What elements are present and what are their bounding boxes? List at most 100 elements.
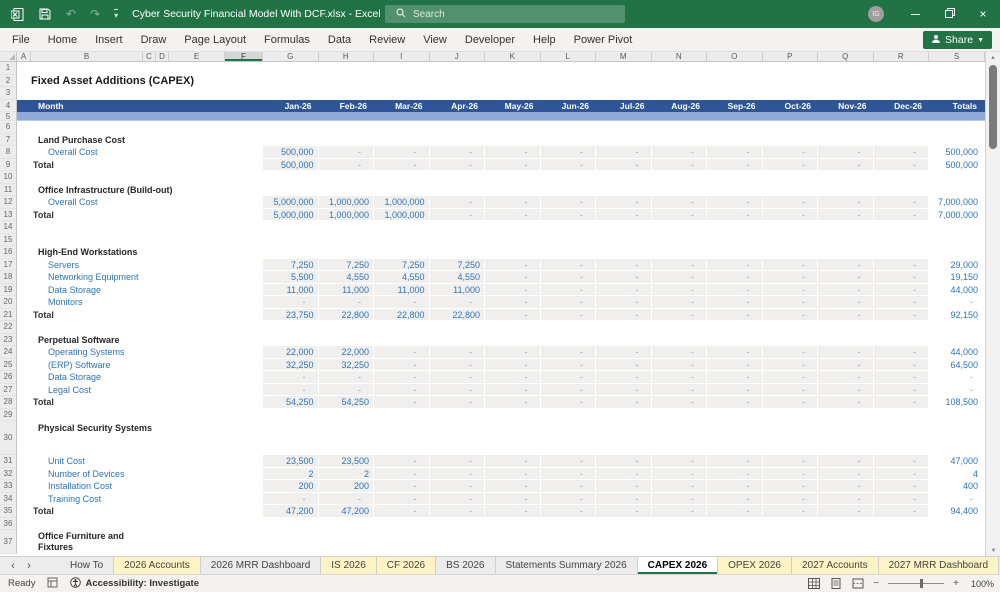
vertical-scrollbar-thumb[interactable] [989,65,997,149]
column-header-L[interactable]: L [541,52,597,61]
data-cell[interactable]: - [874,346,930,359]
sheet-tab-2027-mrr-dashboard[interactable]: 2027 MRR Dashboard [879,557,1000,574]
data-cell[interactable]: - [485,309,541,322]
row-number-18[interactable]: 18 [0,271,17,284]
month-header-cell-oct-26[interactable]: Oct-26 [763,100,819,113]
column-header-O[interactable]: O [707,52,763,61]
data-cell[interactable]: - [818,396,874,409]
totals-cell[interactable]: - [929,493,985,506]
data-cell[interactable]: - [818,480,874,493]
column-header-J[interactable]: J [430,52,486,61]
data-cell[interactable]: - [818,209,874,222]
data-cell[interactable]: - [430,209,486,222]
data-cell[interactable]: - [763,455,819,468]
totals-cell[interactable]: 108,500 [929,396,985,409]
totals-cell[interactable]: 44,000 [929,346,985,359]
data-cell[interactable]: - [874,159,930,172]
data-cell[interactable]: 23,500 [263,455,319,468]
data-cell[interactable]: 5,000,000 [263,196,319,209]
item-label-legal-cost[interactable]: Legal Cost [17,384,263,397]
data-cell[interactable]: - [541,259,597,272]
data-cell[interactable]: - [485,209,541,222]
data-cell[interactable]: - [707,159,763,172]
data-cell[interactable]: 7,250 [374,259,430,272]
page-layout-view-icon[interactable] [829,578,842,590]
row-number-19[interactable]: 19 [0,284,17,297]
data-cell[interactable]: - [874,505,930,518]
totals-cell[interactable]: - [929,384,985,397]
data-cell[interactable]: - [485,146,541,159]
data-cell[interactable]: - [541,468,597,481]
month-header-cell-jun-26[interactable]: Jun-26 [541,100,597,113]
data-cell[interactable]: - [874,396,930,409]
data-cell[interactable]: 23,500 [319,455,375,468]
data-cell[interactable]: - [763,505,819,518]
data-cell[interactable]: - [652,271,708,284]
data-cell[interactable]: - [652,468,708,481]
data-cell[interactable]: 22,000 [263,346,319,359]
data-cell[interactable]: - [485,259,541,272]
item-label-overall-cost[interactable]: Overall Cost [17,196,263,209]
item-label-number-of-devices[interactable]: Number of Devices [17,468,263,481]
ribbon-tab-formulas[interactable]: Formulas [255,28,319,52]
row-number-5[interactable]: 5 [0,112,17,121]
data-cell[interactable]: - [818,259,874,272]
data-cell[interactable]: - [763,371,819,384]
data-cell[interactable]: - [596,468,652,481]
data-cell[interactable]: - [430,196,486,209]
data-cell[interactable]: - [430,359,486,372]
item-label-erp-software[interactable]: (ERP) Software [17,359,263,372]
data-cell[interactable]: - [596,296,652,309]
data-cell[interactable]: 5,500 [263,271,319,284]
data-cell[interactable]: - [652,505,708,518]
data-cell[interactable]: 200 [319,480,375,493]
data-cell[interactable]: - [319,146,375,159]
data-cell[interactable]: - [596,493,652,506]
data-cell[interactable]: 54,250 [263,396,319,409]
data-cell[interactable]: - [818,371,874,384]
sheet-tab-bs-2026[interactable]: BS 2026 [436,557,495,574]
data-cell[interactable]: - [374,359,430,372]
next-sheet-icon[interactable]: › [22,560,36,572]
data-cell[interactable]: - [707,271,763,284]
row-number-7[interactable]: 7 [0,134,17,147]
data-cell[interactable]: - [763,159,819,172]
page-break-view-icon[interactable] [851,578,864,590]
data-cell[interactable]: - [818,296,874,309]
data-cell[interactable]: 1,000,000 [319,196,375,209]
data-cell[interactable]: - [707,146,763,159]
row-number-9[interactable]: 9 [0,159,17,172]
data-cell[interactable]: - [596,146,652,159]
data-cell[interactable]: 11,000 [319,284,375,297]
ribbon-tab-file[interactable]: File [0,28,39,52]
row-number-36[interactable]: 36 [0,518,17,531]
data-cell[interactable]: - [541,384,597,397]
data-cell[interactable]: - [541,159,597,172]
data-cell[interactable]: - [763,296,819,309]
row-number-23[interactable]: 23 [0,334,17,347]
data-cell[interactable]: - [596,309,652,322]
data-cell[interactable]: - [430,455,486,468]
excel-app-icon[interactable] [10,7,24,21]
month-header-cell-jul-26[interactable]: Jul-26 [596,100,652,113]
data-cell[interactable]: - [430,346,486,359]
column-header-Q[interactable]: Q [818,52,874,61]
data-cell[interactable]: 1,000,000 [374,196,430,209]
data-cell[interactable]: 47,200 [263,505,319,518]
data-cell[interactable]: - [763,284,819,297]
data-cell[interactable]: 4,550 [319,271,375,284]
total-label[interactable]: Total [17,209,263,222]
data-cell[interactable]: - [818,468,874,481]
data-cell[interactable]: 22,800 [430,309,486,322]
data-cell[interactable]: - [485,505,541,518]
month-header-label[interactable]: Month [17,100,263,113]
data-cell[interactable]: - [541,209,597,222]
data-cell[interactable]: 22,000 [319,346,375,359]
search-input[interactable]: Search [385,5,625,23]
data-cell[interactable]: - [707,359,763,372]
data-cell[interactable]: - [874,371,930,384]
data-cell[interactable]: - [430,371,486,384]
section-label-perpetual-software[interactable]: Perpetual Software [17,334,263,347]
previous-sheet-icon[interactable]: ‹ [6,560,20,572]
data-cell[interactable]: - [541,284,597,297]
